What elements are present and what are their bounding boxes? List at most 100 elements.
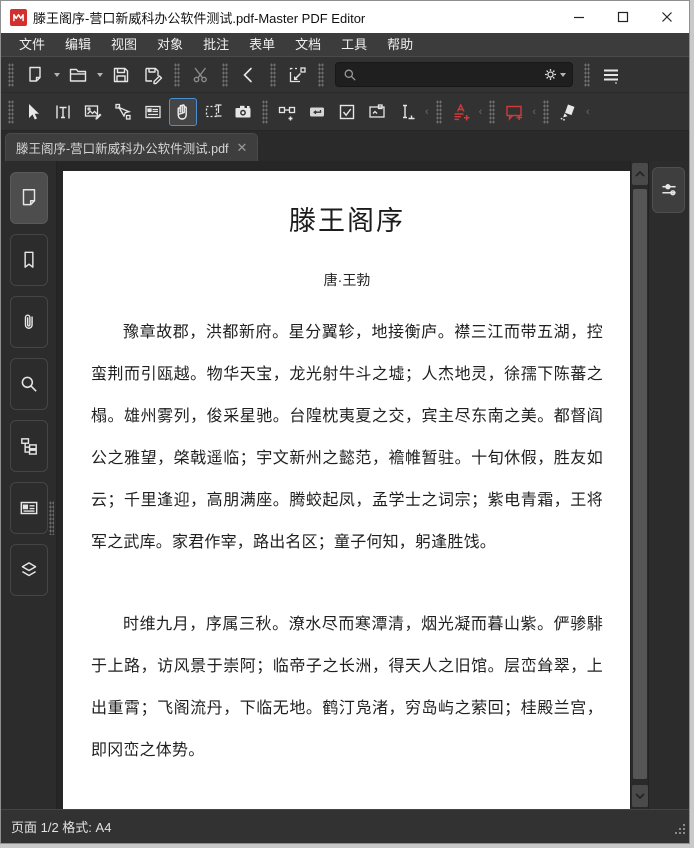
minimize-button[interactable] xyxy=(557,1,601,33)
toolbar-drag-handle[interactable] xyxy=(270,63,276,87)
vertical-scrollbar[interactable] xyxy=(630,161,648,809)
hamburger-menu-icon xyxy=(601,65,621,85)
sliders-icon xyxy=(658,179,680,201)
menu-file[interactable]: 文件 xyxy=(9,33,55,57)
new-document-icon xyxy=(25,65,45,85)
save-button[interactable] xyxy=(107,61,135,89)
tab-close-icon[interactable]: ✕ xyxy=(237,141,248,154)
toolbar-overflow-chevron[interactable]: ‹ xyxy=(530,106,538,118)
comment-bubble-icon xyxy=(504,102,524,122)
menu-tools[interactable]: 工具 xyxy=(331,33,377,57)
text-field-ibeam-icon xyxy=(397,102,417,122)
sidebar-splitter-handle[interactable] xyxy=(49,501,54,535)
search-settings-gear-icon[interactable] xyxy=(542,66,559,83)
main-menu-button[interactable] xyxy=(597,61,625,89)
toolbar-drag-handle[interactable] xyxy=(8,63,14,87)
toolbar-drag-handle[interactable] xyxy=(222,63,228,87)
open-file-dropdown-caret[interactable] xyxy=(97,73,103,77)
toolbar-overflow-chevron[interactable]: ‹ xyxy=(423,106,431,118)
menu-document[interactable]: 文档 xyxy=(285,33,331,57)
scroll-up-button[interactable] xyxy=(632,163,648,185)
snapshot-tool-button[interactable] xyxy=(229,98,257,126)
toolbar-overflow-chevron[interactable]: ‹ xyxy=(584,106,592,118)
new-document-dropdown-caret[interactable] xyxy=(54,73,60,77)
toolbar-drag-handle[interactable] xyxy=(174,63,180,87)
screenshot-button[interactable] xyxy=(283,61,311,89)
add-text-annotation-button[interactable] xyxy=(447,98,475,126)
bookmarks-panel-button[interactable] xyxy=(10,234,48,286)
edit-image-tool-button[interactable] xyxy=(79,98,107,126)
edit-text-icon xyxy=(53,102,73,122)
search-options-caret[interactable] xyxy=(560,73,566,77)
left-sidebar xyxy=(1,161,57,809)
pdf-paragraph: 豫章故郡，洪都新府。星分翼轸，地接衡庐。襟三江而带五湖，控蛮荆而引瓯越。物华天宝… xyxy=(91,312,603,564)
form-editor-tool-button[interactable] xyxy=(139,98,167,126)
edit-object-tool-button[interactable] xyxy=(109,98,137,126)
hand-tool-button[interactable] xyxy=(169,98,197,126)
toolbar-drag-handle[interactable] xyxy=(543,100,549,124)
toolbar-drag-handle[interactable] xyxy=(436,100,442,124)
pdf-author: 唐·王勃 xyxy=(91,270,603,290)
attachments-panel-button[interactable] xyxy=(10,296,48,348)
maximize-icon xyxy=(617,11,629,23)
toolbar-overflow-chevron[interactable]: ‹ xyxy=(477,106,485,118)
close-button[interactable] xyxy=(645,1,689,33)
outline-panel-button[interactable] xyxy=(10,420,48,472)
right-panel-strip xyxy=(648,161,689,809)
checkbox-icon xyxy=(337,102,357,122)
select-tool-button[interactable] xyxy=(19,98,47,126)
button-field-tool-button[interactable] xyxy=(303,98,331,126)
toolbar-drag-handle[interactable] xyxy=(584,63,590,87)
main-area: 滕王阁序 唐·王勃 豫章故郡，洪都新府。星分翼轸，地接衡庐。襟三江而带五湖，控蛮… xyxy=(1,161,689,809)
document-tab[interactable]: 滕王阁序-营口新威科办公软件测试.pdf ✕ xyxy=(5,133,258,161)
layers-panel-button[interactable] xyxy=(10,544,48,596)
link-icon xyxy=(277,102,297,122)
toolbar-main xyxy=(1,57,689,93)
scrollbar-thumb[interactable] xyxy=(633,189,647,779)
search-icon xyxy=(18,373,40,395)
page-thumbnail-icon xyxy=(18,187,40,209)
menu-annotation[interactable]: 批注 xyxy=(193,33,239,57)
crop-region-icon xyxy=(203,102,223,122)
chevron-up-icon xyxy=(635,170,645,178)
save-as-button[interactable] xyxy=(139,61,167,89)
open-folder-icon xyxy=(68,65,88,85)
toolbar-drag-handle[interactable] xyxy=(318,63,324,87)
cut-button[interactable] xyxy=(187,61,215,89)
search-input[interactable] xyxy=(358,68,542,82)
checkbox-field-tool-button[interactable] xyxy=(333,98,361,126)
link-tool-button[interactable] xyxy=(273,98,301,126)
properties-panel-button[interactable] xyxy=(652,167,685,213)
menu-object[interactable]: 对象 xyxy=(147,33,193,57)
menu-edit[interactable]: 编辑 xyxy=(55,33,101,57)
document-tab-label: 滕王阁序-营口新威科办公软件测试.pdf xyxy=(16,138,229,157)
status-bar: 页面 1/2 格式: A4 xyxy=(1,809,689,843)
open-file-button[interactable] xyxy=(64,61,92,89)
signatures-panel-button[interactable] xyxy=(10,482,48,534)
menu-help[interactable]: 帮助 xyxy=(377,33,423,57)
combobox-field-tool-button[interactable] xyxy=(363,98,391,126)
toolbar-drag-handle[interactable] xyxy=(262,100,268,124)
search-icon xyxy=(342,67,358,83)
edit-text-tool-button[interactable] xyxy=(49,98,77,126)
add-comment-button[interactable] xyxy=(500,98,528,126)
thumbnails-panel-button[interactable] xyxy=(10,172,48,224)
app-window: 滕王阁序-营口新威科办公软件测试.pdf-Master PDF Editor 文… xyxy=(0,0,690,844)
maximize-button[interactable] xyxy=(601,1,645,33)
search-box xyxy=(335,62,573,87)
pdf-page[interactable]: 滕王阁序 唐·王勃 豫章故郡，洪都新府。星分翼轸，地接衡庐。襟三江而带五湖，控蛮… xyxy=(63,171,630,809)
menu-view[interactable]: 视图 xyxy=(101,33,147,57)
back-button[interactable] xyxy=(235,61,263,89)
toolbar-drag-handle[interactable] xyxy=(489,100,495,124)
resize-grip[interactable] xyxy=(673,822,687,841)
scroll-down-button[interactable] xyxy=(632,785,648,807)
search-panel-button[interactable] xyxy=(10,358,48,410)
highlighter-tool-button[interactable] xyxy=(554,98,582,126)
toolbar-drag-handle[interactable] xyxy=(8,100,14,124)
text-field-tool-button[interactable] xyxy=(393,98,421,126)
new-document-button[interactable] xyxy=(21,61,49,89)
close-icon xyxy=(661,11,673,23)
document-view[interactable]: 滕王阁序 唐·王勃 豫章故郡，洪都新府。星分翼轸，地接衡庐。襟三江而带五湖，控蛮… xyxy=(57,161,630,809)
menu-form[interactable]: 表单 xyxy=(239,33,285,57)
crop-tool-button[interactable] xyxy=(199,98,227,126)
